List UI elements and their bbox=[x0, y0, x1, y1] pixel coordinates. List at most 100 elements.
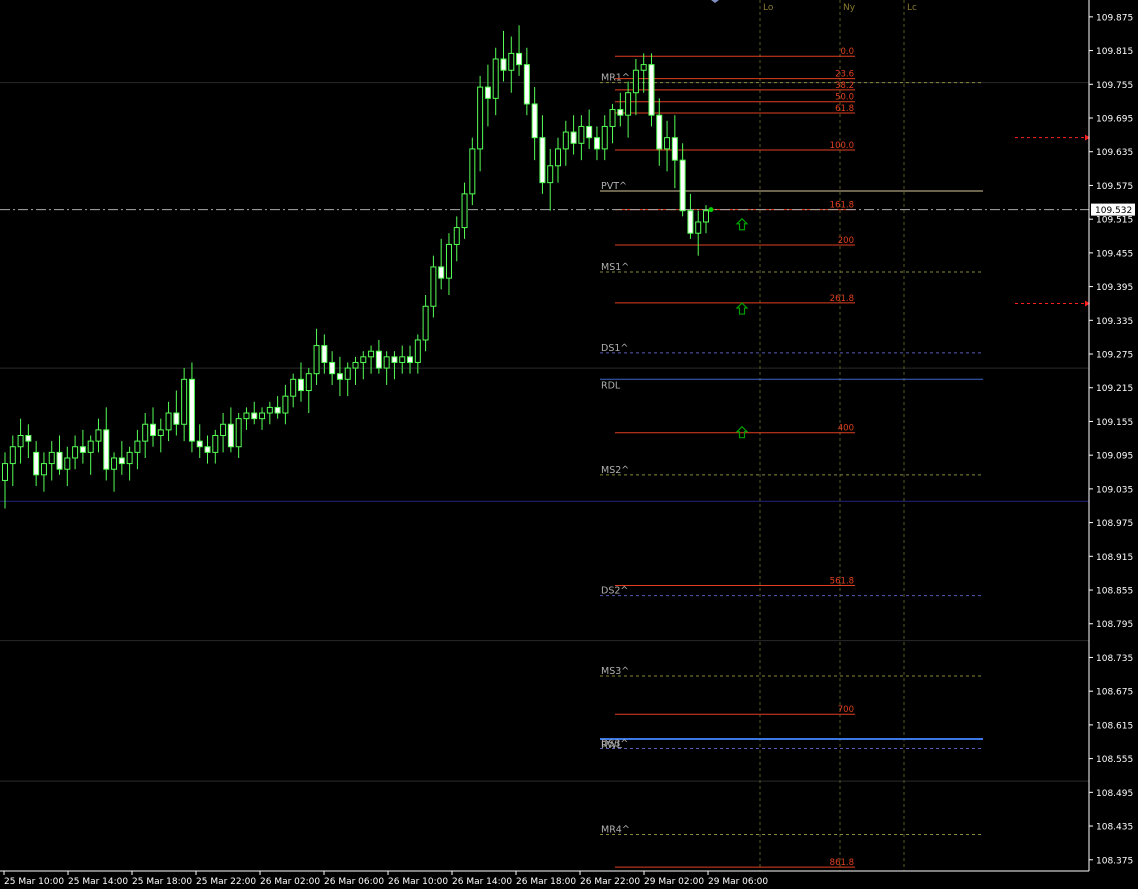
candle-body bbox=[259, 412, 266, 420]
candle-body bbox=[414, 339, 421, 363]
candle-body bbox=[165, 412, 172, 431]
x-tick-label: 29 Mar 02:00 bbox=[644, 877, 704, 887]
candle-body bbox=[149, 423, 156, 437]
candle-body bbox=[87, 440, 94, 453]
candle-body bbox=[72, 446, 79, 459]
candle-body bbox=[9, 446, 16, 465]
level-label: PVT^ bbox=[601, 181, 627, 192]
fib-label: 261.8 bbox=[830, 294, 854, 304]
fib-label: 50.0 bbox=[835, 93, 854, 103]
fib-label: 200 bbox=[838, 236, 854, 246]
candle-body bbox=[438, 266, 445, 279]
candle-body bbox=[243, 412, 250, 420]
candle-body bbox=[305, 373, 312, 392]
y-tick-label: 108.855 bbox=[1096, 587, 1133, 597]
y-tick-label: 108.795 bbox=[1096, 620, 1133, 630]
price-chart[interactable]: Lo Ny LcMR1^PVT^MS1^DS1^RDLMS2^DS2^MS3^RWL… bbox=[0, 0, 1138, 889]
candle-body bbox=[251, 412, 258, 420]
candle-body bbox=[2, 463, 8, 481]
candle-body bbox=[539, 137, 546, 184]
candle-body bbox=[173, 412, 180, 425]
level-label: RDL bbox=[601, 380, 621, 391]
candle-body bbox=[601, 125, 608, 150]
level-label: DS3^ bbox=[601, 738, 628, 749]
current-price-label: 109.532 bbox=[1095, 206, 1132, 216]
candle-body bbox=[25, 435, 32, 442]
level-label: DS1^ bbox=[601, 343, 628, 354]
y-tick-label: 109.515 bbox=[1096, 216, 1133, 226]
candle-body bbox=[64, 457, 71, 470]
candle-body bbox=[461, 193, 468, 229]
x-tick-label: 26 Mar 02:00 bbox=[260, 877, 320, 887]
candle-body bbox=[134, 440, 141, 453]
x-tick-label: 26 Mar 06:00 bbox=[324, 877, 384, 887]
y-tick-label: 109.575 bbox=[1096, 182, 1133, 192]
candle-body bbox=[399, 356, 406, 363]
candle-body bbox=[266, 406, 273, 414]
candle-body bbox=[570, 131, 577, 144]
level-label: MR1^ bbox=[601, 73, 630, 84]
y-tick-label: 108.615 bbox=[1096, 721, 1133, 731]
candle-body bbox=[103, 429, 110, 470]
fib-label: 561.8 bbox=[830, 577, 854, 587]
candle-body bbox=[204, 446, 211, 453]
fib-label: 0.0 bbox=[840, 47, 854, 57]
candle-body bbox=[445, 243, 452, 279]
fib-label: 61.8 bbox=[835, 104, 854, 114]
x-tick-label: 25 Mar 10:00 bbox=[4, 877, 64, 887]
candle-body bbox=[625, 92, 632, 116]
y-tick-label: 109.335 bbox=[1096, 317, 1133, 327]
candle-body bbox=[157, 429, 164, 437]
candle-body bbox=[531, 103, 538, 139]
candle-body bbox=[329, 361, 336, 375]
candle-body bbox=[391, 356, 398, 363]
candle-body bbox=[235, 418, 242, 448]
candle-body bbox=[632, 69, 639, 94]
candle-body bbox=[703, 210, 709, 223]
session-label-lo: Lo bbox=[763, 3, 774, 13]
candle-body bbox=[126, 451, 133, 465]
x-tick-label: 26 Mar 10:00 bbox=[388, 877, 448, 887]
candle-body bbox=[500, 58, 507, 71]
candle-body bbox=[469, 148, 476, 195]
candle-body bbox=[617, 109, 624, 116]
candle-body bbox=[40, 463, 47, 476]
candle-body bbox=[422, 305, 429, 341]
candle-body bbox=[274, 406, 281, 414]
candle-body bbox=[407, 356, 414, 363]
candle-body bbox=[687, 210, 694, 234]
candle-body bbox=[656, 114, 663, 150]
candle-body bbox=[383, 356, 390, 369]
candle-body bbox=[336, 373, 343, 380]
x-tick-label: 25 Mar 14:00 bbox=[68, 877, 128, 887]
y-tick-label: 109.875 bbox=[1096, 13, 1133, 23]
candle-body bbox=[609, 109, 616, 127]
candle-body bbox=[648, 64, 655, 116]
y-tick-label: 109.755 bbox=[1096, 81, 1133, 91]
candle-body bbox=[17, 435, 24, 448]
level-label: MR4^ bbox=[601, 824, 630, 835]
candle-body bbox=[453, 227, 460, 245]
fib-label: 38.2 bbox=[835, 81, 854, 91]
session-label-lc: Lc bbox=[907, 3, 917, 13]
x-tick-label: 25 Mar 22:00 bbox=[196, 877, 256, 887]
chart-background bbox=[0, 0, 1138, 889]
y-tick-label: 109.155 bbox=[1096, 418, 1133, 428]
level-label: MS2^ bbox=[601, 465, 629, 476]
y-tick-label: 109.695 bbox=[1096, 115, 1133, 125]
y-tick-label: 108.495 bbox=[1096, 789, 1133, 799]
candle-body bbox=[516, 52, 523, 66]
fib-label: 400 bbox=[838, 424, 854, 434]
last-price-dot bbox=[708, 207, 714, 213]
y-tick-label: 108.555 bbox=[1096, 755, 1133, 765]
y-tick-label: 108.975 bbox=[1096, 519, 1133, 529]
level-label: MS3^ bbox=[601, 666, 629, 677]
level-label: MS1^ bbox=[601, 262, 629, 273]
candle-body bbox=[562, 131, 569, 150]
candle-body bbox=[290, 378, 297, 397]
x-tick-label: 26 Mar 14:00 bbox=[452, 877, 512, 887]
candle-body bbox=[352, 361, 359, 369]
candle-body bbox=[375, 350, 382, 369]
candle-body bbox=[313, 345, 320, 375]
candle-body bbox=[523, 64, 530, 105]
